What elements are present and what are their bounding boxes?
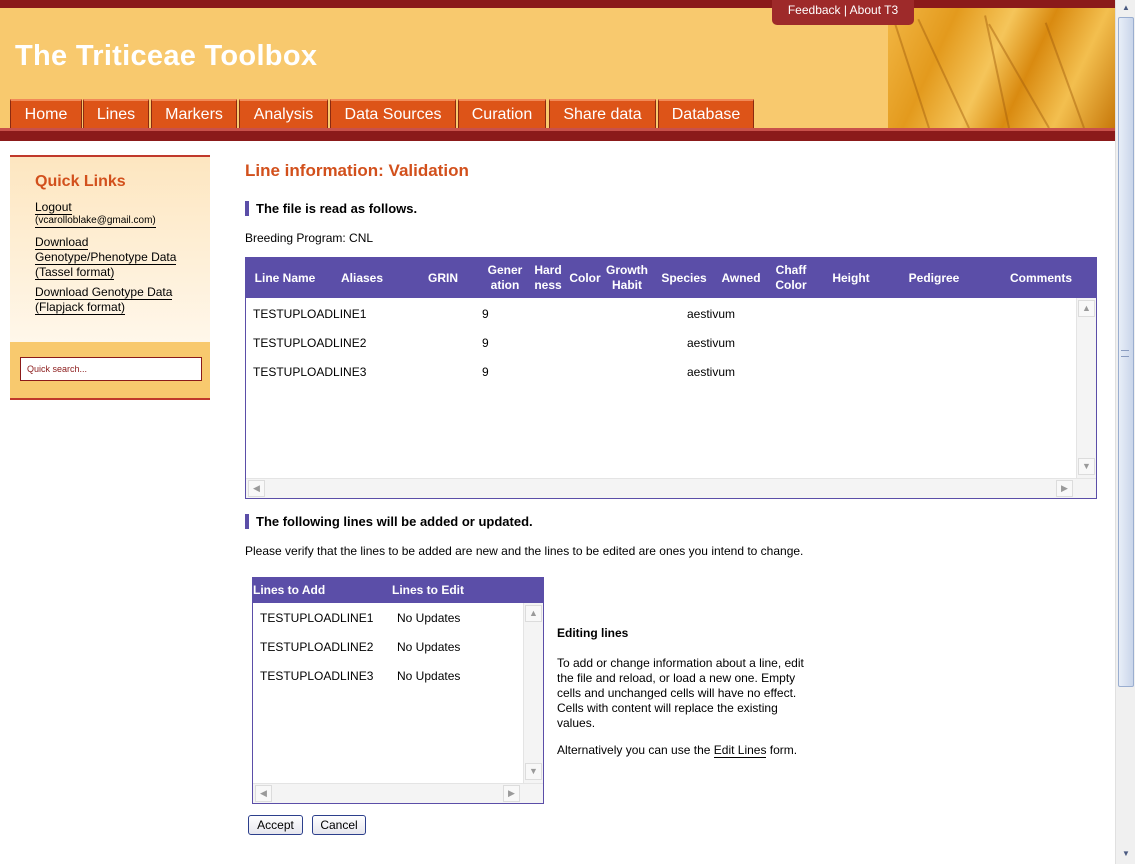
scroll-right-icon[interactable]: ▶ bbox=[503, 785, 520, 802]
table-horizontal-scrollbar[interactable]: ◀ ▶ bbox=[246, 478, 1096, 498]
logout-link[interactable]: Logout bbox=[35, 200, 72, 215]
feedback-link[interactable]: Feedback bbox=[788, 3, 841, 17]
cell-line-to-edit: No Updates bbox=[397, 611, 461, 625]
column-header: Growth Habit bbox=[606, 263, 648, 292]
table-header: Line Name Aliases GRIN Gener ation Hard … bbox=[246, 258, 1096, 298]
cell-line-to-add: TESTUPLOADLINE1 bbox=[260, 611, 374, 625]
column-header: Awned bbox=[721, 270, 761, 285]
column-header: Height bbox=[832, 270, 870, 285]
site-header: The Triticeae Toolbox Feedback | About T… bbox=[0, 0, 1115, 141]
cell-line-to-edit: No Updates bbox=[397, 640, 461, 654]
nav-lines[interactable]: Lines bbox=[83, 99, 149, 129]
cell-line-name: TESTUPLOADLINE3 bbox=[253, 365, 367, 379]
editing-title: Editing lines bbox=[557, 626, 629, 640]
column-header: Chaff Color bbox=[775, 263, 807, 292]
cancel-button[interactable]: Cancel bbox=[312, 815, 366, 835]
lines-horizontal-scrollbar[interactable]: ◀ ▶ bbox=[253, 783, 543, 803]
scroll-left-icon[interactable]: ◀ bbox=[255, 785, 272, 802]
column-header: Comments bbox=[1009, 270, 1072, 285]
lines-update-table: Lines to Add Lines to Edit TESTUPLOADLIN… bbox=[252, 577, 544, 804]
page-scroll-down-icon[interactable]: ▼ bbox=[1118, 846, 1134, 862]
download-link-label[interactable]: Genotype/Phenotype Data bbox=[35, 250, 177, 265]
editing-info: Editing lines To add or change informati… bbox=[557, 626, 817, 758]
section-heading: The file is read as follows. bbox=[245, 201, 417, 216]
cell-generation: 9 bbox=[482, 336, 489, 350]
quick-links-panel: Quick Links Logout (vcarolloblake@gmail.… bbox=[10, 155, 210, 342]
quick-search-input[interactable] bbox=[20, 357, 202, 381]
scroll-up-icon[interactable]: ▲ bbox=[525, 605, 542, 622]
column-header: Line Name bbox=[254, 270, 316, 285]
line-data-table: Line Name Aliases GRIN Gener ation Hard … bbox=[245, 257, 1097, 499]
download-flapjack-link[interactable]: Download Genotype Data bbox=[35, 285, 173, 300]
cell-line-to-add: TESTUPLOADLINE3 bbox=[260, 669, 374, 683]
header-top-bar bbox=[0, 0, 1115, 8]
download-link-label[interactable]: (Tassel format) bbox=[35, 265, 115, 280]
page-title: Line information: Validation bbox=[245, 161, 469, 180]
edit-lines-link[interactable]: Edit Lines bbox=[713, 743, 767, 758]
alternative-prefix: Alternatively you can use the bbox=[557, 743, 714, 757]
scroll-right-icon[interactable]: ▶ bbox=[1056, 480, 1073, 497]
cell-generation: 9 bbox=[482, 307, 489, 321]
wheat-banner-image bbox=[888, 8, 1115, 128]
accept-button[interactable]: Accept bbox=[248, 815, 303, 835]
nav-curation[interactable]: Curation bbox=[458, 99, 546, 129]
nav-share-data[interactable]: Share data bbox=[549, 99, 656, 129]
column-header: Pedigree bbox=[908, 270, 960, 285]
table-vertical-scrollbar[interactable]: ▲ ▼ bbox=[1076, 298, 1096, 478]
column-header: Species bbox=[661, 270, 707, 285]
cell-species: aestivum bbox=[687, 365, 736, 379]
download-link-label[interactable]: Download bbox=[35, 235, 89, 250]
quick-search-panel bbox=[10, 342, 210, 400]
scroll-up-icon[interactable]: ▲ bbox=[1078, 300, 1095, 317]
nav-data-sources[interactable]: Data Sources bbox=[330, 99, 456, 129]
page-scroll-up-icon[interactable]: ▲ bbox=[1118, 0, 1134, 16]
column-header: Aliases bbox=[340, 270, 384, 285]
cell-line-to-edit: No Updates bbox=[397, 669, 461, 683]
scroll-down-icon[interactable]: ▼ bbox=[525, 763, 542, 780]
column-header: Color bbox=[569, 270, 601, 285]
column-header: Gener ation bbox=[487, 263, 523, 292]
feedback-tab: Feedback | About T3 bbox=[772, 0, 914, 25]
lines-table-header: Lines to Add Lines to Edit bbox=[253, 578, 543, 603]
cell-species: aestivum bbox=[687, 336, 736, 350]
nav-markers[interactable]: Markers bbox=[151, 99, 237, 129]
nav-database[interactable]: Database bbox=[658, 99, 754, 129]
nav-analysis[interactable]: Analysis bbox=[239, 99, 328, 129]
page-scrollbar[interactable]: ▲ ▼ bbox=[1115, 0, 1135, 864]
site-title: The Triticeae Toolbox bbox=[15, 40, 318, 72]
download-flapjack-link[interactable]: (Flapjack format) bbox=[35, 300, 126, 315]
user-email: (vcarolloblake@gmail.com) bbox=[35, 215, 156, 228]
about-link[interactable]: About T3 bbox=[850, 3, 898, 17]
alternative-text: Alternatively you can use the Edit Lines… bbox=[557, 743, 817, 758]
column-header: GRIN bbox=[428, 270, 458, 285]
cell-line-to-add: TESTUPLOADLINE2 bbox=[260, 640, 374, 654]
verify-text: Please verify that the lines to be added… bbox=[245, 544, 804, 558]
scroll-down-icon[interactable]: ▼ bbox=[1078, 458, 1095, 475]
nav-home[interactable]: Home bbox=[10, 99, 82, 129]
header-bottom-bar bbox=[0, 128, 1115, 141]
column-header: Lines to Edit bbox=[392, 583, 464, 597]
quick-links-title: Quick Links bbox=[35, 173, 126, 190]
editing-text: To add or change information about a lin… bbox=[557, 656, 804, 730]
column-header: Lines to Add bbox=[253, 583, 326, 597]
cell-line-name: TESTUPLOADLINE2 bbox=[253, 336, 367, 350]
cell-line-name: TESTUPLOADLINE1 bbox=[253, 307, 367, 321]
breeding-program: Breeding Program: CNL bbox=[245, 231, 374, 245]
section-heading: The following lines will be added or upd… bbox=[245, 514, 533, 529]
lines-vertical-scrollbar[interactable]: ▲ ▼ bbox=[523, 603, 543, 783]
alternative-suffix: form. bbox=[766, 743, 798, 757]
scroll-left-icon[interactable]: ◀ bbox=[248, 480, 265, 497]
scroll-grip-icon bbox=[1121, 350, 1129, 357]
cell-generation: 9 bbox=[482, 365, 489, 379]
column-header: Hard ness bbox=[534, 263, 562, 292]
cell-species: aestivum bbox=[687, 307, 736, 321]
